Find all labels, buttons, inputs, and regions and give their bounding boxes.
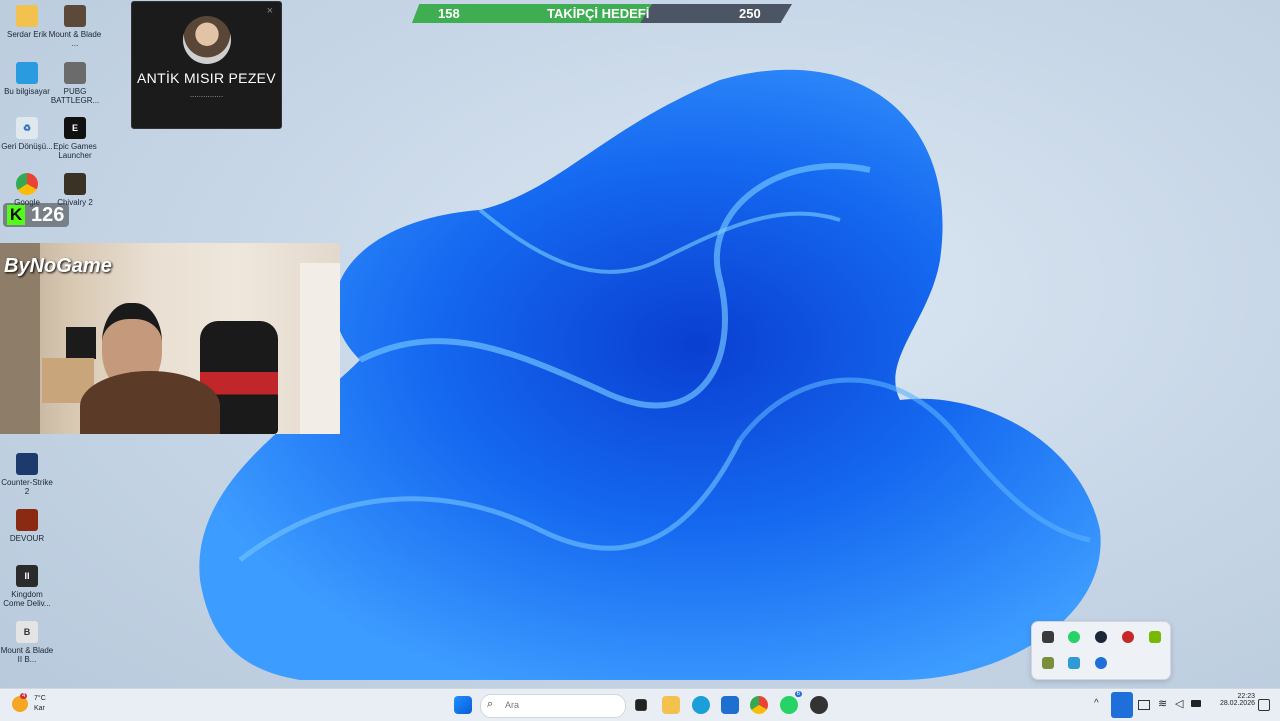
taskbar: 4 7°C Kar ⌕ Ara 6 ^ ≋ ◁ 22:23 28.02.2026 [0, 688, 1280, 721]
nvidia-icon[interactable] [1149, 631, 1161, 643]
weather-widget[interactable]: 4 7°C Kar [12, 693, 72, 717]
avatar [182, 16, 231, 64]
devour-icon [16, 509, 38, 531]
whatsapp-badge: 6 [794, 691, 802, 697]
clock-date: 28.02.2026 [1219, 700, 1255, 707]
weather-temp: 7°C [34, 695, 46, 702]
webcam-feed: ByNoGame [0, 243, 340, 434]
microphone-icon[interactable] [1111, 692, 1133, 718]
desktop-icon-epic-games[interactable]: E Epic Games Launcher [48, 117, 102, 160]
chivalry-icon [64, 173, 86, 195]
file-explorer-icon[interactable] [662, 696, 680, 714]
monitor-icon [16, 62, 38, 84]
chrome-icon [16, 173, 38, 195]
battery-icon[interactable] [1191, 700, 1201, 707]
steam-icon[interactable] [1095, 631, 1107, 643]
desktop-icon-kingdom-come[interactable]: II Kingdom Come Deliv... [0, 565, 54, 608]
bluetooth-icon[interactable] [1095, 657, 1107, 669]
folder-icon [16, 5, 38, 27]
microsoft-store-icon[interactable] [721, 696, 739, 714]
desktop-icon-recycle-bin[interactable]: ♻ Geri Dönüşü... [0, 117, 54, 151]
notification-bell-icon[interactable] [1258, 699, 1270, 711]
app-red-icon[interactable] [1122, 631, 1134, 643]
whatsapp-icon[interactable] [1068, 631, 1080, 643]
clock-time: 22:23 [1237, 693, 1255, 700]
kick-count: 126 [31, 204, 65, 226]
follower-goal-bar: 158 TAKİPÇİ HEDEFİ 250 [412, 4, 792, 23]
volume-icon[interactable]: ◁ [1175, 697, 1183, 710]
mount-blade-icon [64, 5, 86, 27]
desktop-icon-this-pc[interactable]: Bu bilgisayar [0, 62, 54, 96]
webcam-door [300, 263, 340, 434]
bynogame-logo: ByNoGame [4, 255, 112, 277]
desktop-icon-mount-blade[interactable]: Mount & Blade ... [48, 5, 102, 48]
desktop-icon-mount-blade-2[interactable]: B Mount & Blade II B... [0, 621, 54, 664]
follower-notification: × ANTİK MISIR PEZEV ............... [131, 1, 282, 129]
wifi-icon[interactable]: ≋ [1158, 697, 1167, 710]
search-icon: ⌕ [487, 698, 494, 710]
kick-viewer-counter: K 126 [3, 203, 69, 227]
search-placeholder: Ara [505, 700, 520, 710]
notification-name: ANTİK MISIR PEZEV [137, 70, 276, 86]
goal-current: 158 [438, 6, 460, 21]
obs-icon[interactable] [1042, 631, 1054, 643]
goal-target: 250 [739, 6, 761, 21]
tray-overflow-popup [1031, 621, 1171, 680]
kick-logo-icon: K [7, 205, 25, 225]
whatsapp-taskbar-icon[interactable]: 6 [780, 691, 802, 714]
desktop-icon-google-chrome[interactable]: Google [0, 173, 54, 207]
recycle-bin-icon: ♻ [16, 117, 38, 139]
webcam-person [80, 303, 220, 434]
desktop-icon-counter-strike-2[interactable]: Counter-Strike 2 [0, 453, 54, 496]
display-icon[interactable] [1138, 700, 1150, 710]
desktop-icon-pubg[interactable]: PUBG BATTLEGR... [48, 62, 102, 105]
goal-label: TAKİPÇİ HEDEFİ [547, 6, 650, 21]
desktop-icon-serdar-erik[interactable]: Serdar Erik [0, 5, 54, 39]
clock[interactable]: 22:23 28.02.2026 [1210, 693, 1255, 707]
app-green-icon[interactable] [1042, 657, 1054, 669]
weather-condition: Kar [34, 705, 45, 712]
pubg-icon [64, 62, 86, 84]
notification-subtitle: ............... [189, 90, 224, 99]
task-view-icon[interactable] [635, 699, 647, 711]
chrome-taskbar-icon[interactable] [750, 696, 768, 714]
epic-games-icon: E [64, 117, 86, 139]
security-icon[interactable] [1068, 657, 1080, 669]
desktop-icon-devour[interactable]: DEVOUR [0, 509, 54, 543]
close-icon[interactable]: × [267, 5, 273, 17]
taskbar-search[interactable]: ⌕ Ara [480, 694, 626, 718]
kingdom-come-icon: II [16, 565, 38, 587]
start-button[interactable] [454, 696, 472, 714]
bannerlord-icon: B [16, 621, 38, 643]
app-taskbar-icon[interactable] [810, 696, 828, 714]
edge-icon[interactable] [692, 696, 710, 714]
tray-chevron-icon[interactable]: ^ [1094, 698, 1099, 709]
desktop-icon-chivalry-2[interactable]: Chivalry 2 [48, 173, 102, 207]
counter-strike-icon [16, 453, 38, 475]
